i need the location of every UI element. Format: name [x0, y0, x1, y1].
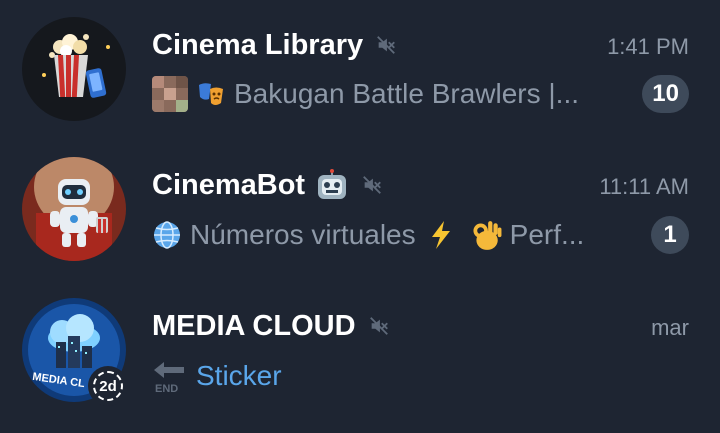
- avatar: [22, 17, 126, 121]
- message-preview: END Sticker: [152, 354, 282, 398]
- media-thumbnail: [152, 76, 188, 112]
- end-arrow-icon: END: [154, 362, 184, 394]
- theater-masks-icon: [199, 83, 223, 105]
- mute-icon: [369, 317, 388, 335]
- mute-icon: [377, 36, 396, 54]
- chat-name: Cinema Library: [152, 28, 364, 61]
- robot-avatar-icon: [22, 157, 126, 261]
- unread-count-badge: 10: [642, 75, 689, 113]
- avatar: [22, 157, 126, 261]
- chat-list: Cinema Library 1:41 PM Bakugan Battle Br…: [0, 0, 720, 433]
- preview-text-2: Perf...: [509, 219, 585, 250]
- popcorn-avatar-icon: [22, 17, 126, 121]
- robot-emoji-icon: [318, 169, 347, 199]
- story-badge-label: 2d: [93, 371, 123, 401]
- chat-row-cinema-library[interactable]: Cinema Library 1:41 PM Bakugan Battle Br…: [0, 0, 720, 140]
- preview-text: Números virtuales: [190, 219, 416, 250]
- chat-row-cinemabot[interactable]: CinemaBot 11:11 AM Números virtuales Per…: [0, 140, 720, 280]
- globe-icon: [154, 221, 180, 249]
- message-preview: Números virtuales Perf...: [152, 213, 584, 257]
- preview-text: Bakugan Battle Brawlers |...: [234, 78, 579, 109]
- end-label: END: [155, 383, 178, 394]
- story-badge[interactable]: 2d: [88, 366, 128, 406]
- chat-time: 11:11 AM: [599, 174, 689, 199]
- lightning-icon: [431, 221, 450, 249]
- chat-name: CinemaBot: [152, 168, 306, 201]
- chat-row-media-cloud[interactable]: MEDIA CL 2d MEDIA CLOUD mar END Sticker: [0, 280, 720, 420]
- chat-time: mar: [651, 315, 689, 340]
- name-line: CinemaBot: [152, 165, 383, 205]
- preview-text: Sticker: [196, 360, 282, 391]
- unread-count-badge: 1: [651, 216, 689, 254]
- ok-hand-icon: [473, 221, 502, 250]
- name-line: MEDIA CLOUD: [152, 306, 390, 346]
- message-preview: Bakugan Battle Brawlers |...: [152, 72, 579, 116]
- chat-time: 1:41 PM: [607, 34, 689, 59]
- chat-name: MEDIA CLOUD: [152, 309, 356, 342]
- name-line: Cinema Library: [152, 25, 397, 65]
- mute-icon: [363, 176, 381, 194]
